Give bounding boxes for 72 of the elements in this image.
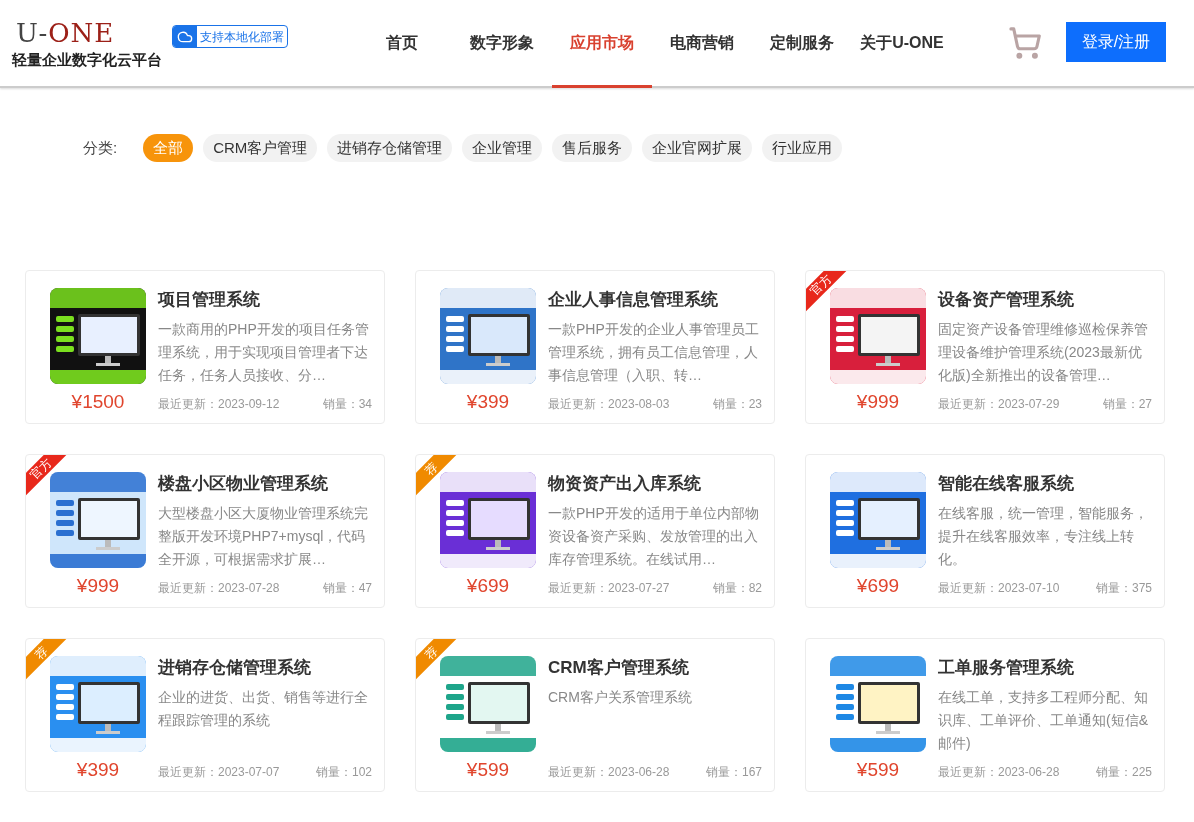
product-card[interactable]: 荐 ¥699 物资资产出入库系统 一款PHP开发的适用于单位内部物资设备资产采购、发放管理的出入库存管理系统。在线试用… 最近更新：2023-07-27 销量：82 xyxy=(415,454,775,608)
update-date: 最近更新：2023-07-29 xyxy=(938,396,1060,413)
product-card[interactable]: 荐 ¥599 CRM客户管理系统 CRM客户关系管理系统 最近更新：2023-06-28 销量：167 xyxy=(415,638,775,792)
nav-tab[interactable]: 电商营销 xyxy=(652,0,752,88)
sales-count: 销量：102 xyxy=(315,764,372,781)
sales-count: 销量：225 xyxy=(1095,764,1152,781)
price: ¥599 xyxy=(466,758,510,782)
nav-tab[interactable]: 应用市场 xyxy=(552,0,652,88)
price: ¥999 xyxy=(76,574,120,598)
category-chip[interactable]: 行业应用 xyxy=(762,134,843,162)
logo[interactable]: U-ONE xyxy=(12,18,172,48)
product-title[interactable]: 智能在线客服系统 xyxy=(938,472,1152,496)
product-description: 一款PHP开发的企业人事管理员工管理系统，拥有员工信息管理，人事信息管理（入职、转… xyxy=(548,320,760,385)
price: ¥399 xyxy=(76,758,120,782)
sales-count: 销量：34 xyxy=(322,396,372,413)
login-button[interactable]: 登录/注册 xyxy=(1066,22,1166,62)
update-date: 最近更新：2023-06-28 xyxy=(548,764,670,781)
product-card[interactable]: 官方 ¥999 设备资产管理系统 固定资产设备管理维修巡检保养管理设备维护管理系统(2023最新优化版)全新推出的设备管理… 最近更新：2023-07-29 销量：27 xyxy=(805,270,1165,424)
category-chip[interactable]: 进销存仓储管理 xyxy=(327,134,453,162)
product-title[interactable]: 进销存仓储管理系统 xyxy=(158,656,372,680)
product-description: 在线客服，统一管理，智能服务，提升在线客服效率，专注线上转化。 xyxy=(938,504,1149,569)
price: ¥1500 xyxy=(71,390,125,414)
nav-tab[interactable]: 数字形象 xyxy=(452,0,552,88)
update-date: 最近更新：2023-09-12 xyxy=(158,396,280,413)
nav-tab[interactable]: 关于U-ONE xyxy=(852,0,952,88)
product-card[interactable]: ¥1500 项目管理系统 一款商用的PHP开发的项目任务管理系统，用于实现项目管理者下达任务，任务人员接收、分… 最近更新：2023-09-12 销量：34 xyxy=(25,270,385,424)
update-date: 最近更新：2023-07-10 xyxy=(938,580,1060,597)
product-title[interactable]: 楼盘小区物业管理系统 xyxy=(158,472,372,496)
sales-count: 销量：23 xyxy=(712,396,762,413)
price: ¥999 xyxy=(856,390,900,414)
product-title[interactable]: 设备资产管理系统 xyxy=(938,288,1152,312)
product-card[interactable]: ¥699 智能在线客服系统 在线客服，统一管理，智能服务，提升在线客服效率，专注线上转化。 最近更新：2023-07-10 销量：375 xyxy=(805,454,1165,608)
category-chip[interactable]: 企业管理 xyxy=(462,134,543,162)
category-chip[interactable]: CRM客户管理 xyxy=(203,134,318,162)
update-date: 最近更新：2023-07-07 xyxy=(158,764,280,781)
product-title[interactable]: CRM客户管理系统 xyxy=(548,656,762,680)
product-description: 大型楼盘小区大厦物业管理系统完整版开发环境PHP7+mysql，代码全开源，可根据需求扩展… xyxy=(158,504,369,569)
product-card[interactable]: 官方 ¥999 楼盘小区物业管理系统 大型楼盘小区大厦物业管理系统完整版开发环境PHP7+mysql，代码全开源，可根据需求扩展… 最近更新：2023-07-28 销量：47 xyxy=(25,454,385,608)
nav-tab[interactable]: 首页 xyxy=(352,0,452,88)
price: ¥599 xyxy=(856,758,900,782)
product-title[interactable]: 工单服务管理系统 xyxy=(938,656,1152,680)
category-chip[interactable]: 售后服务 xyxy=(552,134,633,162)
product-description: CRM客户关系管理系统 xyxy=(548,688,693,707)
update-date: 最近更新：2023-06-28 xyxy=(938,764,1060,781)
update-date: 最近更新：2023-08-03 xyxy=(548,396,670,413)
product-description: 一款PHP开发的适用于单位内部物资设备资产采购、发放管理的出入库存管理系统。在线试用… xyxy=(548,504,760,569)
product-description: 固定资产设备管理维修巡检保养管理设备维护管理系统(2023最新优化版)全新推出的设备管理… xyxy=(938,320,1149,385)
product-description: 在线工单，支持多工程师分配、知识库、工单评价、工单通知(短信&邮件) xyxy=(938,688,1149,753)
slogan: 轻量企业数字化云平台 xyxy=(12,50,163,70)
product-card[interactable]: ¥599 工单服务管理系统 在线工单，支持多工程师分配、知识库、工单评价、工单通知(短信&邮件) 最近更新：2023-06-28 销量：225 xyxy=(805,638,1165,792)
category-label: 分类: xyxy=(83,137,118,158)
update-date: 最近更新：2023-07-27 xyxy=(548,580,670,597)
sales-count: 销量：82 xyxy=(712,580,762,597)
sales-count: 销量：47 xyxy=(322,580,372,597)
sales-count: 销量：375 xyxy=(1095,580,1152,597)
product-card[interactable]: 荐 ¥399 进销存仓储管理系统 企业的进货、出货、销售等进行全程跟踪管理的系统 最近更新：2023-07-07 销量：102 xyxy=(25,638,385,792)
product-title[interactable]: 物资资产出入库系统 xyxy=(548,472,762,496)
price: ¥699 xyxy=(856,574,900,598)
deploy-badge: 支持本地化部署 xyxy=(172,25,288,48)
nav-tab[interactable]: 定制服务 xyxy=(752,0,852,88)
product-card[interactable]: ¥399 企业人事信息管理系统 一款PHP开发的企业人事管理员工管理系统，拥有员工信息管理，人事信息管理（入职、转… 最近更新：2023-08-03 销量：23 xyxy=(415,270,775,424)
product-title[interactable]: 企业人事信息管理系统 xyxy=(548,288,762,312)
update-date: 最近更新：2023-07-28 xyxy=(158,580,280,597)
sales-count: 销量：167 xyxy=(705,764,762,781)
price: ¥699 xyxy=(466,574,510,598)
price: ¥399 xyxy=(466,390,510,414)
product-description: 一款商用的PHP开发的项目任务管理系统，用于实现项目管理者下达任务，任务人员接收、分… xyxy=(158,320,370,385)
category-chip[interactable]: 企业官网扩展 xyxy=(642,134,753,162)
product-description: 企业的进货、出货、销售等进行全程跟踪管理的系统 xyxy=(158,688,369,730)
sales-count: 销量：27 xyxy=(1102,396,1152,413)
product-title[interactable]: 项目管理系统 xyxy=(158,288,372,312)
cart-icon[interactable] xyxy=(1008,26,1042,60)
